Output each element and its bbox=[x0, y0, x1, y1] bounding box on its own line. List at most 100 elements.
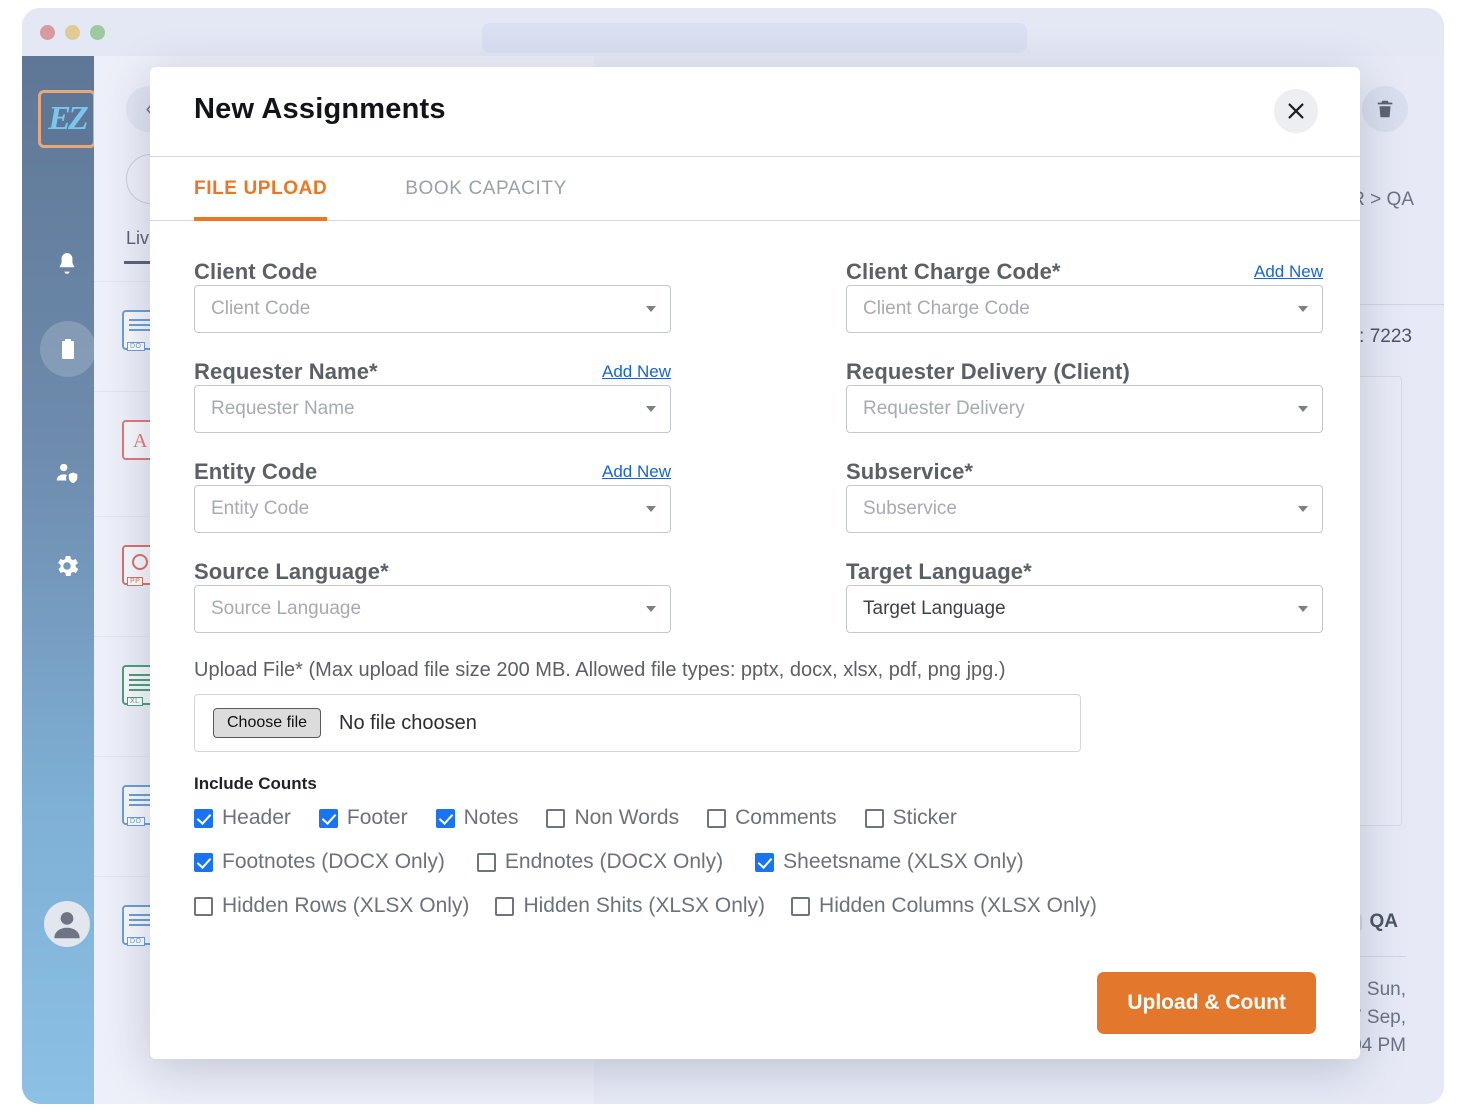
field-client-charge-code: Client Charge Code* Add New Client Charg… bbox=[846, 243, 1323, 333]
include-counts-row-1: Header Footer Notes Non Words Comments bbox=[194, 806, 1316, 830]
checkbox-hidden-rows[interactable]: Hidden Rows (XLSX Only) bbox=[194, 894, 469, 918]
select-value: Target Language bbox=[863, 598, 1006, 620]
checkbox-box bbox=[546, 809, 565, 828]
checkbox-non-words[interactable]: Non Words bbox=[546, 806, 679, 830]
checkbox-label: Sheetsname (XLSX Only) bbox=[783, 850, 1023, 874]
field-requester-name: Requester Name* Add New Requester Name bbox=[194, 343, 671, 433]
window-maximize-button[interactable] bbox=[90, 25, 105, 40]
new-assignments-dialog: New Assignments FILE UPLOAD BOOK CAPACIT… bbox=[150, 67, 1360, 1059]
field-label: Subservice* bbox=[846, 459, 973, 485]
checkbox-label: Footer bbox=[347, 806, 408, 830]
checkbox-box bbox=[194, 809, 213, 828]
form-grid: Client Code Client Code Client Charge Co… bbox=[194, 243, 1316, 643]
gear-icon[interactable] bbox=[44, 543, 90, 589]
window-titlebar bbox=[22, 8, 1444, 56]
select-value: Subservice bbox=[863, 498, 957, 520]
target-language-select[interactable]: Target Language bbox=[846, 585, 1323, 633]
file-upload-input[interactable]: Choose file No file choosen bbox=[194, 694, 1081, 752]
select-value: Source Language bbox=[211, 598, 361, 620]
field-label: Client Charge Code* bbox=[846, 259, 1061, 285]
checkbox-box bbox=[194, 853, 213, 872]
checkbox-label: Header bbox=[222, 806, 291, 830]
source-language-select[interactable]: Source Language bbox=[194, 585, 671, 633]
checkbox-sheetsname[interactable]: Sheetsname (XLSX Only) bbox=[755, 850, 1023, 874]
tab-file-upload[interactable]: FILE UPLOAD bbox=[194, 157, 327, 220]
field-requester-delivery: Requester Delivery (Client) Requester De… bbox=[846, 343, 1323, 433]
checkbox-endnotes[interactable]: Endnotes (DOCX Only) bbox=[477, 850, 723, 874]
field-label: Requester Delivery (Client) bbox=[846, 359, 1130, 385]
field-client-code: Client Code Client Code bbox=[194, 243, 671, 333]
dialog-body: Client Code Client Code Client Charge Co… bbox=[150, 221, 1360, 1034]
requester-delivery-select[interactable]: Requester Delivery bbox=[846, 385, 1323, 433]
chevron-down-icon bbox=[646, 306, 656, 312]
dialog-header: New Assignments bbox=[150, 67, 1360, 157]
chevron-down-icon bbox=[1298, 506, 1308, 512]
checkbox-footnotes[interactable]: Footnotes (DOCX Only) bbox=[194, 850, 445, 874]
checkbox-label: Sticker bbox=[893, 806, 957, 830]
checkbox-hidden-shits[interactable]: Hidden Shits (XLSX Only) bbox=[495, 894, 765, 918]
include-counts-row-3: Hidden Rows (XLSX Only) Hidden Shits (XL… bbox=[194, 894, 1316, 918]
checkbox-label: Notes bbox=[464, 806, 519, 830]
close-icon[interactable] bbox=[1274, 89, 1318, 133]
window-minimize-button[interactable] bbox=[65, 25, 80, 40]
entity-code-select[interactable]: Entity Code bbox=[194, 485, 671, 533]
checkbox-hidden-columns[interactable]: Hidden Columns (XLSX Only) bbox=[791, 894, 1097, 918]
chevron-down-icon bbox=[646, 406, 656, 412]
qa-label: QA bbox=[1370, 911, 1399, 933]
file-status-text: No file choosen bbox=[339, 712, 477, 735]
add-new-client-charge-code-link[interactable]: Add New bbox=[1254, 262, 1323, 285]
chevron-down-icon bbox=[646, 506, 656, 512]
select-value: Requester Delivery bbox=[863, 398, 1025, 420]
include-counts-label: Include Counts bbox=[194, 774, 1316, 794]
checkbox-label: Hidden Columns (XLSX Only) bbox=[819, 894, 1097, 918]
select-value: Requester Name bbox=[211, 398, 355, 420]
field-label: Target Language* bbox=[846, 559, 1032, 585]
checkbox-label: Hidden Rows (XLSX Only) bbox=[222, 894, 469, 918]
checkbox-box bbox=[319, 809, 338, 828]
subservice-select[interactable]: Subservice bbox=[846, 485, 1323, 533]
dialog-tabs: FILE UPLOAD BOOK CAPACITY bbox=[150, 157, 1360, 221]
upload-and-count-button[interactable]: Upload & Count bbox=[1097, 972, 1316, 1034]
checkbox-comments[interactable]: Comments bbox=[707, 806, 837, 830]
sidebar-item-assignments[interactable] bbox=[40, 321, 96, 377]
chevron-down-icon bbox=[1298, 606, 1308, 612]
checkbox-label: Footnotes (DOCX Only) bbox=[222, 850, 445, 874]
delete-button[interactable] bbox=[1362, 86, 1408, 132]
field-label: Entity Code bbox=[194, 459, 317, 485]
checkbox-box bbox=[755, 853, 774, 872]
bell-icon[interactable] bbox=[44, 241, 90, 287]
add-new-requester-name-link[interactable]: Add New bbox=[602, 362, 671, 385]
tab-book-capacity[interactable]: BOOK CAPACITY bbox=[405, 157, 567, 220]
client-code-select[interactable]: Client Code bbox=[194, 285, 671, 333]
select-value: Client Code bbox=[211, 298, 310, 320]
checkbox-sticker[interactable]: Sticker bbox=[865, 806, 957, 830]
field-label: Source Language* bbox=[194, 559, 389, 585]
app-logo[interactable]: EZ bbox=[38, 90, 96, 148]
field-subservice: Subservice* Subservice bbox=[846, 443, 1323, 533]
checkbox-header[interactable]: Header bbox=[194, 806, 291, 830]
select-value: Client Charge Code bbox=[863, 298, 1030, 320]
checkbox-notes[interactable]: Notes bbox=[436, 806, 519, 830]
chevron-down-icon bbox=[1298, 406, 1308, 412]
checkbox-label: Non Words bbox=[574, 806, 679, 830]
add-new-entity-code-link[interactable]: Add New bbox=[602, 462, 671, 485]
avatar[interactable] bbox=[44, 901, 90, 947]
client-charge-code-select[interactable]: Client Charge Code bbox=[846, 285, 1323, 333]
address-bar[interactable] bbox=[482, 23, 1027, 53]
checkbox-box bbox=[791, 897, 810, 916]
checkbox-box bbox=[495, 897, 514, 916]
window-close-button[interactable] bbox=[40, 25, 55, 40]
field-label: Requester Name* bbox=[194, 359, 378, 385]
chevron-down-icon bbox=[1298, 306, 1308, 312]
requester-name-select[interactable]: Requester Name bbox=[194, 385, 671, 433]
include-counts-row-2: Footnotes (DOCX Only) Endnotes (DOCX Onl… bbox=[194, 850, 1316, 874]
select-value: Entity Code bbox=[211, 498, 309, 520]
checkbox-footer[interactable]: Footer bbox=[319, 806, 408, 830]
browser-window: EZ ‹ Liv DO bbox=[22, 8, 1444, 1104]
dialog-footer: Upload & Count bbox=[194, 938, 1316, 1034]
page-title: New Assignments bbox=[194, 93, 446, 126]
tab-live[interactable]: Liv bbox=[126, 228, 149, 249]
choose-file-button[interactable]: Choose file bbox=[213, 708, 321, 738]
upload-file-label: Upload File* (Max upload file size 200 M… bbox=[194, 659, 1316, 682]
user-shield-icon[interactable] bbox=[44, 451, 90, 497]
